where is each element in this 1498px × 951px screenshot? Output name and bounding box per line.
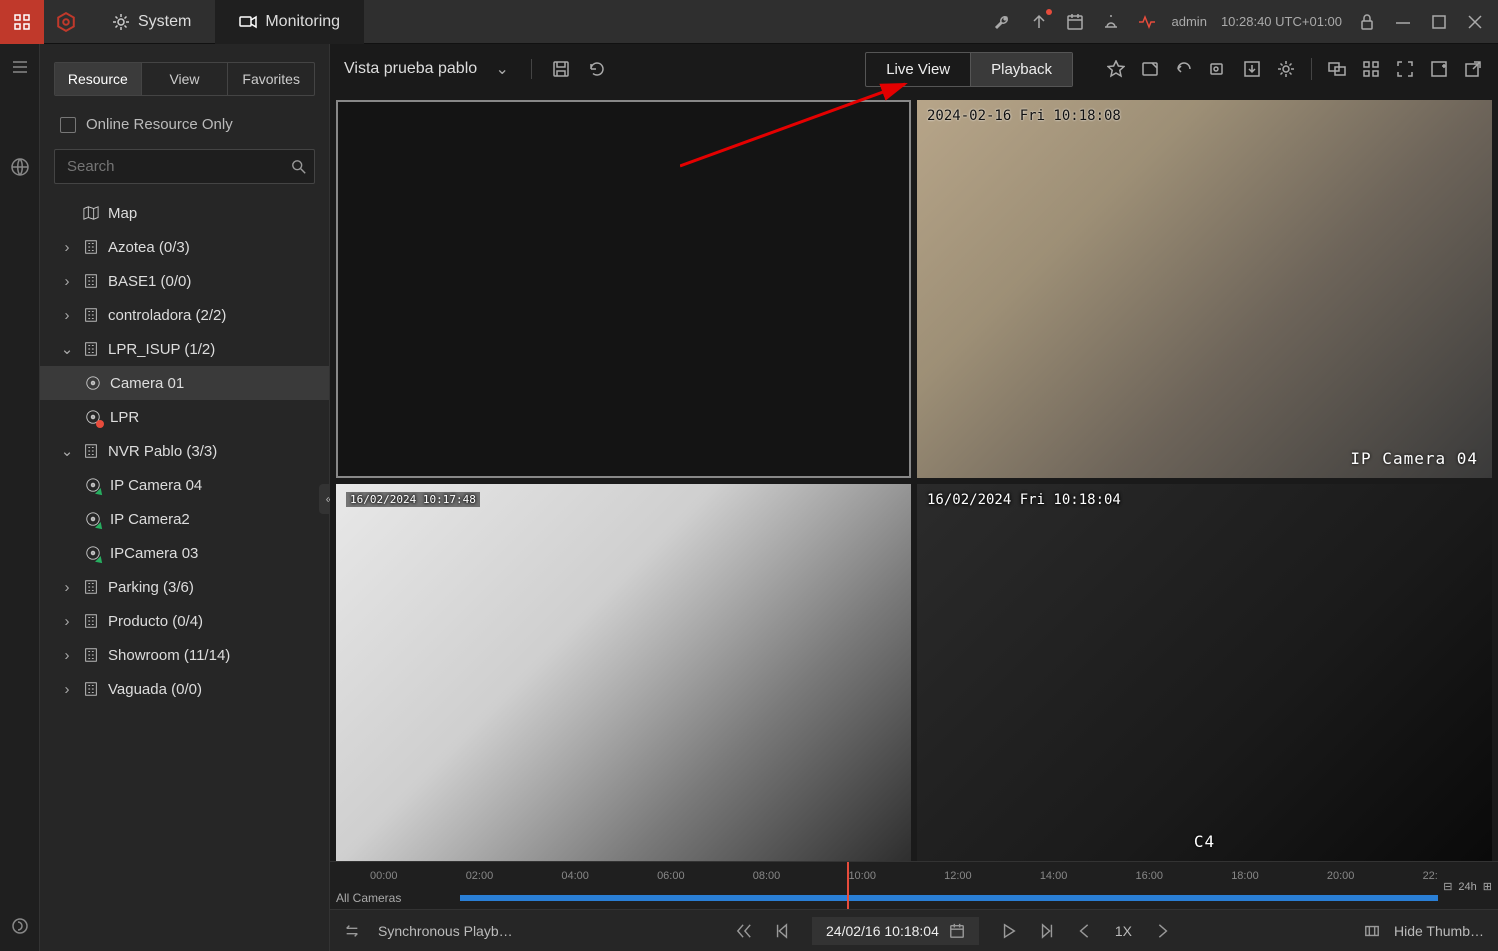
tree-showroom[interactable]: › Showroom (11/14) (40, 638, 329, 672)
tree-map[interactable]: Map (40, 196, 329, 230)
tree-parking[interactable]: › Parking (3/6) (40, 570, 329, 604)
sync-icon[interactable] (344, 923, 360, 939)
record-icon[interactable] (1207, 58, 1229, 80)
sidebar-tab-view[interactable]: View (141, 63, 228, 95)
tree-ipcam2[interactable]: IP Camera2 (40, 502, 329, 536)
main-area: Vista prueba pablo ⌄ Live View Playback (330, 44, 1498, 951)
ptz-icon[interactable] (1173, 58, 1195, 80)
playback-datetime[interactable]: 24/02/16 10:18:04 (812, 917, 979, 945)
sidebar-tab-favorites[interactable]: Favorites (227, 63, 314, 95)
layout-icon[interactable] (1360, 58, 1382, 80)
alarm-icon[interactable] (1100, 11, 1122, 33)
playback-bar: Synchronous Playb… 24/02/16 10:18:04 1X (330, 909, 1498, 951)
tab-monitoring-label: Monitoring (265, 13, 340, 31)
clock-label: 10:28:40 UTC+01:00 (1221, 14, 1342, 29)
tree-producto[interactable]: › Producto (0/4) (40, 604, 329, 638)
save-icon[interactable] (550, 58, 572, 80)
lock-icon[interactable] (1356, 11, 1378, 33)
tools-icon[interactable] (992, 11, 1014, 33)
online-only-label: Online Resource Only (86, 116, 233, 133)
settings-icon[interactable] (1275, 58, 1297, 80)
online-only-checkbox[interactable]: Online Resource Only (40, 106, 329, 143)
speed-down-icon[interactable] (1077, 923, 1093, 939)
step-forward-icon[interactable] (1039, 923, 1055, 939)
rail-browser-icon[interactable] (9, 915, 31, 937)
view-dropdown-icon[interactable]: ⌄ (491, 58, 513, 80)
feed-b-timestamp: 16/02/2024 10:17:48 (346, 492, 480, 507)
sync-playback-label: Synchronous Playb… (378, 923, 558, 939)
video-cell-2[interactable]: 2024-02-16 Fri 10:18:08 IP Camera 04 (917, 100, 1492, 478)
search-icon (291, 159, 307, 175)
rail-menu-icon[interactable] (9, 56, 31, 78)
multiscreen-icon[interactable] (1326, 58, 1348, 80)
tree-vaguada[interactable]: › Vaguada (0/0) (40, 672, 329, 706)
window-close-icon[interactable] (1464, 11, 1486, 33)
play-icon[interactable] (1001, 923, 1017, 939)
calendar-picker-icon[interactable] (949, 923, 965, 939)
video-cell-4[interactable]: 16/02/2024 Fri 10:18:04 C4 (917, 484, 1492, 862)
skip-back-icon[interactable] (736, 923, 752, 939)
download-icon[interactable] (1241, 58, 1263, 80)
app-logo-icon (44, 0, 88, 44)
tree-ipcam03[interactable]: IPCamera 03 (40, 536, 329, 570)
feed-c-label: C4 (1194, 832, 1215, 851)
playback-speed: 1X (1115, 923, 1132, 939)
app-menu-icon[interactable] (0, 0, 44, 44)
video-cell-3[interactable]: 16/02/2024 10:17:48 (336, 484, 911, 862)
tree-base1[interactable]: › BASE1 (0/0) (40, 264, 329, 298)
step-back-icon[interactable] (774, 923, 790, 939)
window-maximize-icon[interactable] (1428, 11, 1450, 33)
tree-controladora[interactable]: › controladora (2/2) (40, 298, 329, 332)
sidebar-tab-resource[interactable]: Resource (55, 63, 141, 95)
main-toolbar: Vista prueba pablo ⌄ Live View Playback (330, 44, 1498, 94)
tree-ipcam04[interactable]: IP Camera 04 (40, 468, 329, 502)
thumbnail-icon[interactable] (1364, 923, 1380, 939)
live-view-button[interactable]: Live View (866, 53, 970, 86)
tree-azotea[interactable]: › Azotea (0/3) (40, 230, 329, 264)
video-cell-1[interactable] (336, 100, 911, 478)
view-name-label: Vista prueba pablo (344, 60, 477, 78)
auxscreen-icon[interactable] (1428, 58, 1450, 80)
tab-monitoring[interactable]: Monitoring (215, 0, 364, 44)
resource-tree: Map › Azotea (0/3) › BASE1 (0/0) › contr… (40, 194, 329, 951)
popout-icon[interactable] (1462, 58, 1484, 80)
tree-lpr[interactable]: LPR (40, 400, 329, 434)
hide-thumb-label[interactable]: Hide Thumb… (1394, 923, 1484, 939)
speed-up-icon[interactable] (1154, 923, 1170, 939)
tree-lpr-isup[interactable]: ⌄ LPR_ISUP (1/2) (40, 332, 329, 366)
title-bar: System Monitoring admin 10:28:40 UTC+01:… (0, 0, 1498, 44)
feed-a-label: IP Camera 04 (1350, 449, 1478, 468)
calendar-icon[interactable] (1064, 11, 1086, 33)
search-input[interactable] (54, 149, 315, 184)
feed-a-timestamp: 2024-02-16 Fri 10:18:08 (927, 108, 1121, 124)
timeline-zoom[interactable]: ⊟24h⊞ (1443, 880, 1492, 893)
fullscreen-icon[interactable] (1394, 58, 1416, 80)
tab-system-label: System (138, 13, 191, 31)
playback-button[interactable]: Playback (970, 53, 1072, 86)
feed-c-timestamp: 16/02/2024 Fri 10:18:04 (927, 492, 1121, 508)
health-icon[interactable] (1136, 11, 1158, 33)
user-label: admin (1172, 14, 1207, 29)
timeline-recorded-bar (460, 895, 1438, 901)
tab-system[interactable]: System (88, 0, 215, 44)
refresh-icon[interactable] (586, 58, 608, 80)
timeline-ticks: 00:0002:0004:00 06:0008:0010:00 12:0014:… (370, 862, 1438, 888)
timeline-cursor[interactable] (847, 862, 849, 909)
video-grid: 2024-02-16 Fri 10:18:08 IP Camera 04 16/… (330, 94, 1498, 861)
tree-nvr-pablo[interactable]: ⌄ NVR Pablo (3/3) (40, 434, 329, 468)
left-rail (0, 44, 40, 951)
resource-sidebar: Resource View Favorites Online Resource … (40, 44, 330, 951)
timeline-track-label: All Cameras (336, 891, 401, 905)
snapshot-icon[interactable] (1139, 58, 1161, 80)
window-minimize-icon[interactable] (1392, 11, 1414, 33)
favorite-icon[interactable] (1105, 58, 1127, 80)
timeline[interactable]: 00:0002:0004:00 06:0008:0010:00 12:0014:… (330, 861, 1498, 909)
upload-icon[interactable] (1028, 11, 1050, 33)
rail-globe-icon[interactable] (9, 156, 31, 178)
tree-camera01[interactable]: Camera 01 (40, 366, 329, 400)
